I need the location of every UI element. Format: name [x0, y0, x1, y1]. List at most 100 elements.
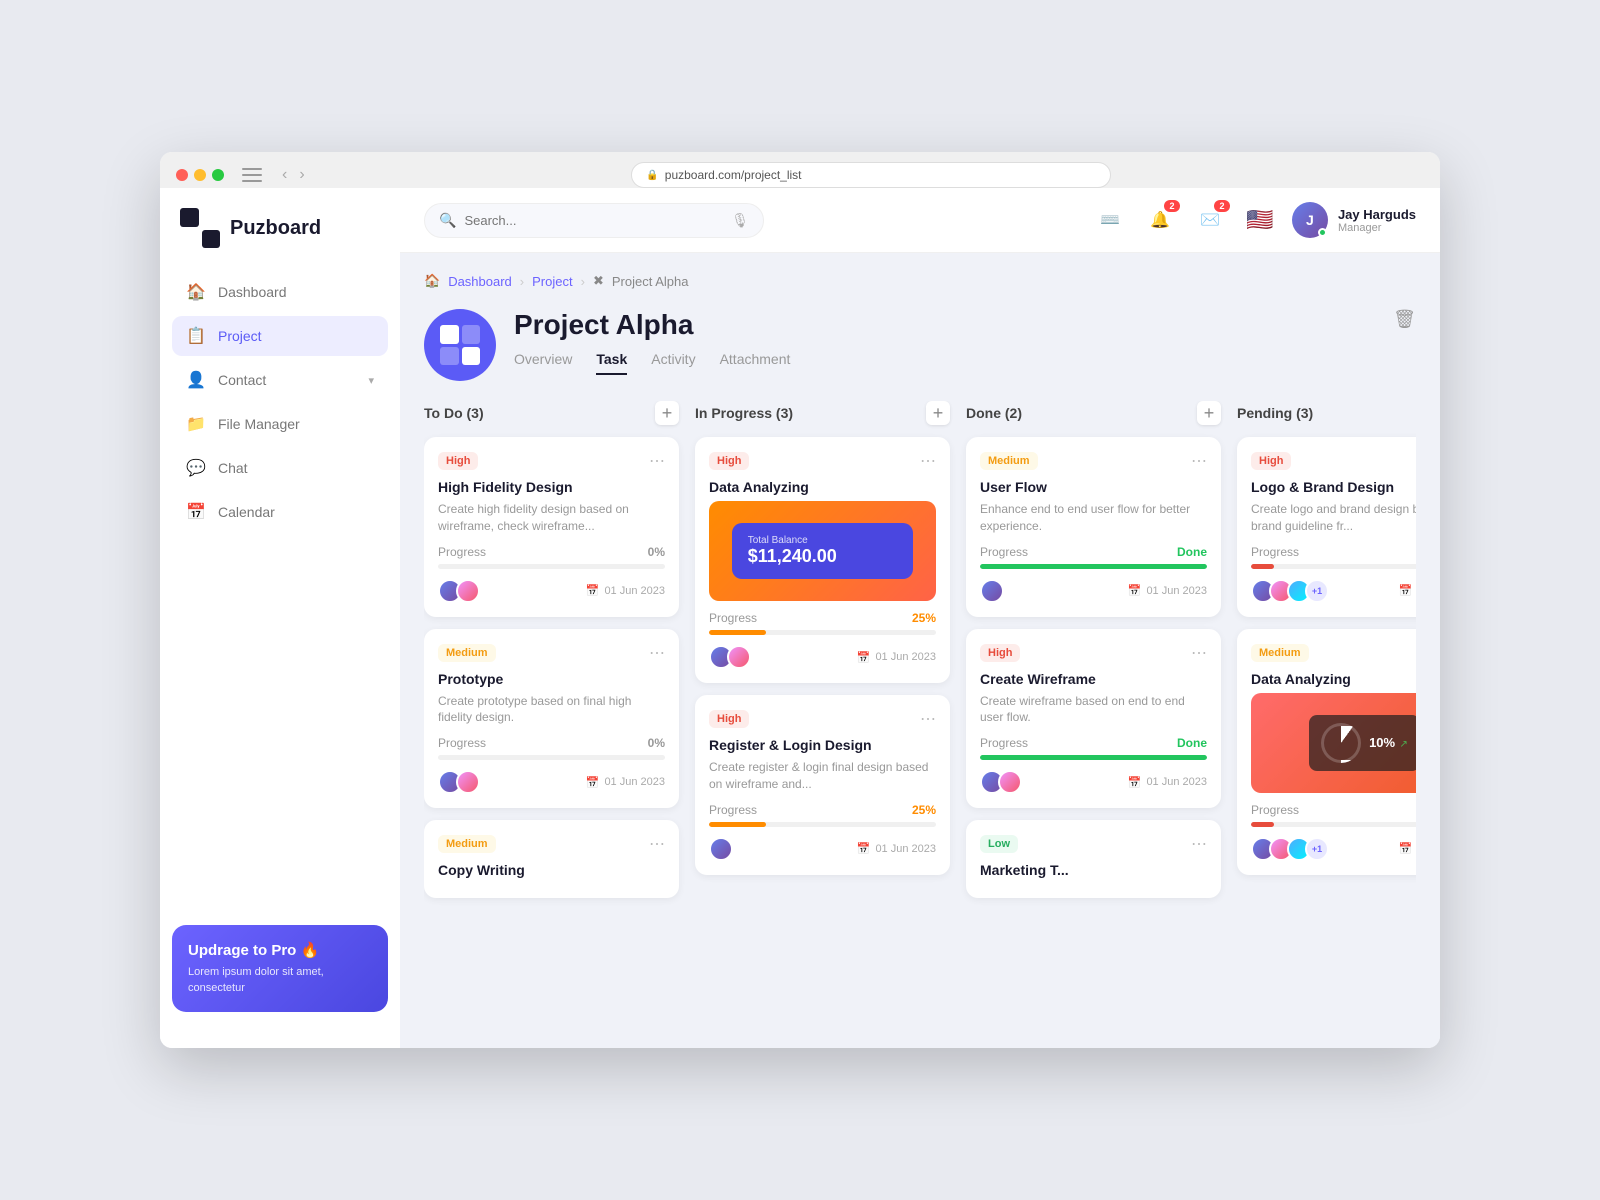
notification-btn[interactable]: 🔔 2 [1142, 202, 1178, 238]
calendar-icon: 📅 [857, 842, 871, 855]
back-button[interactable]: ‹ [278, 164, 291, 186]
col-add-done[interactable]: + [1197, 401, 1221, 425]
progress-pct: 25% [912, 803, 936, 817]
tab-task[interactable]: Task [596, 351, 627, 375]
calendar-icon: 📅 [1128, 584, 1142, 597]
sidebar-item-contact[interactable]: 👤 Contact ▾ [172, 360, 388, 400]
progress-pct: 0% [648, 736, 665, 750]
avatars: +1 [1251, 579, 1323, 603]
progress-bar-bg [709, 822, 936, 827]
priority-badge: High [1251, 452, 1291, 470]
kanban-col-todo: To Do (3) + High ⋯ High Fidelity Design … [424, 401, 679, 910]
mic-icon[interactable]: 🎙 [731, 212, 749, 229]
card-top: Medium ⋯ [1251, 643, 1416, 663]
calendar-icon: 📅 [1128, 776, 1142, 789]
search-bar[interactable]: 🔍 🎙 [424, 203, 764, 238]
project-logo [424, 309, 496, 381]
keyboard-icon-btn[interactable]: ⌨️ [1092, 202, 1128, 238]
user-info[interactable]: J Jay Harguds Manager [1292, 202, 1416, 238]
upgrade-card[interactable]: Updrage to Pro 🔥 Lorem ipsum dolor sit a… [172, 925, 388, 1012]
sidebar-toggle-icon[interactable] [242, 168, 262, 182]
card-menu-icon[interactable]: ⋯ [649, 643, 665, 663]
priority-badge: High [980, 644, 1020, 662]
card-menu-icon[interactable]: ⋯ [920, 709, 936, 729]
task-card: Medium ⋯ Copy Writing [424, 820, 679, 898]
sidebar-item-project[interactable]: 📋 Project [172, 316, 388, 356]
language-btn[interactable]: 🇺🇸 [1242, 202, 1278, 238]
user-details: Jay Harguds Manager [1338, 207, 1416, 234]
calendar-icon: 📅 [1399, 584, 1413, 597]
card-menu-icon[interactable]: ⋯ [1191, 643, 1207, 663]
card-top: Medium ⋯ [438, 834, 665, 854]
address-bar[interactable]: 🔒 puzboard.com/project_list [631, 162, 1111, 188]
search-input[interactable] [464, 213, 723, 228]
nav-items: 🏠 Dashboard 📋 Project 👤 Contact ▾ 📁 File… [160, 272, 400, 909]
breadcrumb-dashboard[interactable]: Dashboard [448, 274, 512, 289]
close-button[interactable] [176, 169, 188, 181]
avatars: +1 [1251, 837, 1323, 861]
col-title-inprogress: In Progress (3) [695, 405, 793, 421]
sidebar-item-label: Chat [218, 460, 248, 476]
sidebar-item-dashboard[interactable]: 🏠 Dashboard [172, 272, 388, 312]
card-footer: 📅 01 Jun 2023 [438, 770, 665, 794]
sidebar-item-filemanager[interactable]: 📁 File Manager [172, 404, 388, 444]
progress-section: Progress 25% [709, 803, 936, 827]
progress-header: Progress Done [980, 545, 1207, 559]
delete-button[interactable]: 🗑 [1393, 309, 1416, 330]
sidebar-item-chat[interactable]: 💬 Chat [172, 448, 388, 488]
avatar: J [1292, 202, 1328, 238]
progress-header: Progress 0% [438, 545, 665, 559]
card-date: 📅 01 Jun 2023 [586, 584, 665, 597]
tab-attachment[interactable]: Attachment [720, 351, 791, 375]
minimize-button[interactable] [194, 169, 206, 181]
avatars [438, 770, 474, 794]
forward-button[interactable]: › [295, 164, 308, 186]
card-title: Register & Login Design [709, 737, 936, 753]
project-info: Project Alpha Overview Task Activity Att… [514, 309, 1375, 375]
col-add-todo[interactable]: + [655, 401, 679, 425]
col-header-done: Done (2) + [966, 401, 1221, 425]
avatar [980, 579, 1004, 603]
card-menu-icon[interactable]: ⋯ [649, 834, 665, 854]
avatar [709, 837, 733, 861]
bell-icon: 🔔 [1150, 210, 1170, 230]
progress-section: Progress [1251, 803, 1416, 827]
card-top: Medium ⋯ [438, 643, 665, 663]
avatars [980, 579, 998, 603]
message-btn[interactable]: ✉️ 2 [1192, 202, 1228, 238]
breadcrumb-sep2: › [581, 274, 585, 289]
contact-icon: 👤 [186, 370, 206, 390]
task-card: Medium ⋯ User Flow Enhance end to end us… [966, 437, 1221, 617]
tab-activity[interactable]: Activity [651, 351, 695, 375]
breadcrumb-icon: ✖ [593, 273, 604, 289]
card-footer: 📅 01 Jun 2023 [980, 579, 1207, 603]
notification-badge: 2 [1164, 200, 1180, 212]
date-text: 01 Jun 2023 [604, 776, 665, 788]
tab-overview[interactable]: Overview [514, 351, 572, 375]
progress-label: Progress [709, 803, 757, 817]
card-menu-icon[interactable]: ⋯ [920, 451, 936, 471]
card-title: Logo & Brand Design [1251, 479, 1416, 495]
kanban-col-pending: Pending (3) + High ⋯ Logo & Brand Design… [1237, 401, 1416, 910]
progress-bar-fill [709, 630, 766, 635]
calendar-icon: 📅 [586, 584, 600, 597]
progress-section: Progress Done [980, 545, 1207, 569]
progress-label: Progress [438, 545, 486, 559]
url-text: puzboard.com/project_list [665, 168, 802, 182]
task-card: High ⋯ Data Analyzing Total Balance $11,… [695, 437, 950, 683]
pie-arrow-icon: ↗ [1400, 739, 1408, 750]
col-add-inprogress[interactable]: + [926, 401, 950, 425]
avatar [727, 645, 751, 669]
breadcrumb-project[interactable]: Project [532, 274, 572, 289]
card-date: 📅 01 Jun 2023 [857, 842, 936, 855]
fullscreen-button[interactable] [212, 169, 224, 181]
progress-label: Progress [1251, 545, 1299, 559]
sidebar-item-calendar[interactable]: 📅 Calendar [172, 492, 388, 532]
app-layout: Puzboard 🏠 Dashboard 📋 Project 👤 Contact… [160, 188, 1440, 1048]
card-menu-icon[interactable]: ⋯ [1191, 834, 1207, 854]
card-menu-icon[interactable]: ⋯ [649, 451, 665, 471]
traffic-lights [176, 169, 224, 181]
date-text: 01 Jun 2023 [604, 585, 665, 597]
progress-bar-bg [438, 564, 665, 569]
card-menu-icon[interactable]: ⋯ [1191, 451, 1207, 471]
